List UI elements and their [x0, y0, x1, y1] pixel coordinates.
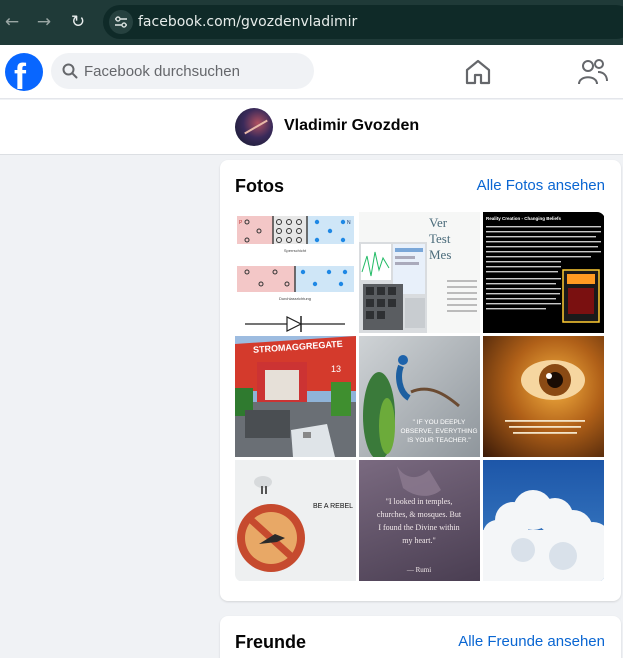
photos-card: Fotos Alle Fotos ansehen Sperrschicht Du…	[220, 160, 621, 601]
url-text[interactable]: facebook.com/gvozdenvladimir	[138, 14, 357, 30]
tile-text-reality: Reality Creation - Changing Beliefs	[486, 216, 562, 221]
photo-tile[interactable]	[483, 336, 604, 457]
search-input[interactable]	[84, 53, 309, 89]
diagram-label-durchlass: Durchlassrichtung	[279, 296, 311, 301]
photo-tile[interactable]: "I looked in temples, churches, & mosque…	[359, 460, 480, 581]
tile-text-test: Test	[429, 231, 451, 246]
rumi-line-4: my heart."	[402, 536, 435, 545]
quote-line-1: " IF YOU DEEPLY	[413, 419, 466, 426]
facebook-logo-letter: f	[14, 56, 26, 91]
rumi-line-2: churches, & mosques. But	[377, 510, 462, 519]
rumi-line-3: I found the Divine within	[378, 523, 459, 532]
photo-tile[interactable]: Sperrschicht Durchlassrichtung P N	[235, 212, 356, 333]
home-icon[interactable]	[464, 59, 492, 85]
all-photos-link[interactable]: Alle Fotos ansehen	[477, 177, 605, 194]
search-box[interactable]	[51, 53, 314, 89]
rumi-line-1: "I looked in temples,	[386, 497, 453, 506]
facebook-logo[interactable]: f	[5, 53, 43, 91]
diagram-label-n: N	[347, 220, 351, 226]
facebook-header: f	[0, 45, 623, 99]
address-bar[interactable]: facebook.com/gvozdenvladimir	[103, 5, 623, 39]
photo-grid: Sperrschicht Durchlassrichtung P N Ver T…	[235, 212, 605, 582]
avatar[interactable]	[235, 108, 273, 146]
forward-icon[interactable]: →	[32, 10, 56, 34]
search-icon	[62, 63, 78, 79]
photo-tile[interactable]	[483, 460, 604, 581]
reload-icon[interactable]: ↻	[66, 10, 90, 34]
tile-text-mes: Mes	[429, 247, 451, 262]
browser-toolbar: ← → ↻ facebook.com/gvozdenvladimir	[0, 0, 623, 45]
tile-text-13: 13	[331, 364, 341, 374]
tile-text-rebel: BE A REBEL	[313, 503, 353, 510]
tile-text-ver: Ver	[429, 215, 448, 230]
back-icon[interactable]: ←	[0, 10, 24, 34]
photo-tile[interactable]: STROMAGGREGATE 13	[235, 336, 356, 457]
photo-tile[interactable]: Ver Test Mes	[359, 212, 480, 333]
friends-icon[interactable]	[578, 58, 608, 86]
site-settings-icon[interactable]	[109, 10, 133, 34]
photo-tile[interactable]: " IF YOU DEEPLY OBSERVE, EVERYTHING IS Y…	[359, 336, 480, 457]
friends-card: Freunde Alle Freunde ansehen	[220, 616, 621, 658]
photo-tile[interactable]: BE A REBEL	[235, 460, 356, 581]
quote-line-2: OBSERVE, EVERYTHING	[400, 428, 477, 435]
quote-line-3: IS YOUR TEACHER."	[407, 437, 471, 444]
photo-tile[interactable]: Reality Creation - Changing Beliefs	[483, 212, 604, 333]
photos-title: Fotos	[235, 176, 284, 196]
profile-name[interactable]: Vladimir Gvozden	[284, 117, 419, 135]
rumi-author: — Rumi	[406, 566, 431, 574]
all-friends-link[interactable]: Alle Freunde ansehen	[458, 633, 605, 650]
friends-title: Freunde	[235, 632, 307, 652]
profile-header: Vladimir Gvozden	[0, 100, 623, 155]
diagram-label-sperrschicht: Sperrschicht	[284, 248, 307, 253]
